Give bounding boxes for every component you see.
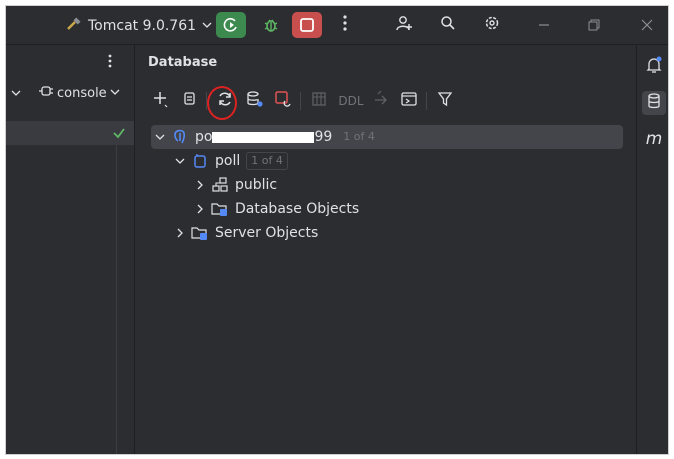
more-icon [108,53,112,72]
notifications-button[interactable] [642,55,666,79]
stop-button[interactable] [292,12,322,38]
more-actions-button[interactable] [334,15,356,35]
chevron-down-icon [110,86,120,101]
chevron-down-icon[interactable] [151,132,169,142]
tree-row-db-objects[interactable]: Database Objects [191,197,359,221]
annotation-highlight [207,86,237,120]
data-source-properties-button[interactable] [243,89,267,113]
chevron-down-icon[interactable] [171,156,189,166]
code-with-me-button[interactable] [393,15,415,35]
datasource-label-end: 99 [314,129,333,145]
console-icon [400,91,418,111]
more-icon [343,15,347,35]
add-button[interactable] [149,89,173,113]
table-button[interactable] [307,89,331,113]
plug-icon [38,85,54,101]
jump-icon [372,90,390,112]
database-icon [189,153,211,169]
ddl-button[interactable]: DDL [336,89,366,113]
chevron-right-icon[interactable] [171,228,189,238]
schema-label: public [235,177,278,193]
tree-row-database[interactable]: poll 1 of 4 [171,149,288,173]
schema-icon [209,177,231,193]
tree-row-server-objects[interactable]: Server Objects [171,221,318,245]
database-label: poll [215,153,241,169]
checkmark-icon [112,125,126,144]
datasource-label-start: po [195,129,213,145]
chevron-down-icon [202,18,212,34]
tree-row-schema[interactable]: public [191,173,277,197]
hammer-icon [66,16,82,36]
minimize-button[interactable] [533,14,555,36]
filter-icon [437,91,453,111]
restore-icon [588,16,600,35]
debug-icon [262,16,280,34]
table-icon [311,91,327,111]
add-icon [152,90,170,112]
debug-button[interactable] [256,12,286,38]
left-panel-header [6,45,134,77]
copy-icon [181,91,197,111]
stop-query-icon [274,90,292,112]
stop-icon [299,17,315,33]
datasource-badge: 1 of 4 [338,128,380,146]
filter-button[interactable] [433,89,457,113]
search-button[interactable] [437,15,459,35]
selected-console-row[interactable] [6,121,134,145]
ide-window: Tomcat 9.0.761 console Database DDL po 9… [5,5,669,455]
services-panel: console [6,45,135,454]
settings-button[interactable] [481,15,503,35]
database-icon [646,92,662,114]
add-user-icon [395,14,413,36]
server-objects-label: Server Objects [215,225,319,241]
right-tool-strip: m [636,45,668,454]
server-objects-icon [189,225,211,241]
redacted-host [212,131,315,143]
toolbar-separator [426,92,427,110]
options-button[interactable] [108,53,112,72]
console-selector[interactable]: console [38,85,120,101]
query-console-button[interactable] [397,89,421,113]
db-settings-icon [246,90,264,112]
run-config-label: Tomcat 9.0.761 [88,18,197,34]
divider [116,145,117,454]
panel-title: Database [148,55,218,70]
minimize-icon [538,16,550,35]
db-objects-icon [209,201,231,217]
postgres-icon [169,129,191,145]
rerun-button[interactable] [216,12,246,38]
maven-tool-button[interactable]: m [642,127,666,151]
copy-button[interactable] [177,89,201,113]
chevron-down-icon[interactable] [11,87,21,102]
bell-icon [645,56,663,78]
console-label: console [57,85,107,101]
run-config-selector[interactable]: Tomcat 9.0.761 [66,16,212,36]
close-button[interactable] [636,14,658,36]
database-badge: 1 of 4 [246,152,288,170]
settings-icon [483,14,501,36]
restore-button[interactable] [583,14,605,36]
chevron-right-icon[interactable] [191,180,209,190]
console-selector-row: console [6,77,134,107]
toolbar-separator [300,92,301,110]
search-icon [440,15,456,35]
db-objects-label: Database Objects [235,201,360,217]
database-tool-button[interactable] [642,91,666,115]
chevron-right-icon[interactable] [191,204,209,214]
disconnect-button[interactable] [271,89,295,113]
title-bar: Tomcat 9.0.761 [6,6,668,45]
jump-to-source-button[interactable] [369,89,393,113]
rerun-icon [222,16,240,34]
tree-row-datasource[interactable]: po 99 1 of 4 [151,125,623,149]
close-icon [641,16,653,35]
